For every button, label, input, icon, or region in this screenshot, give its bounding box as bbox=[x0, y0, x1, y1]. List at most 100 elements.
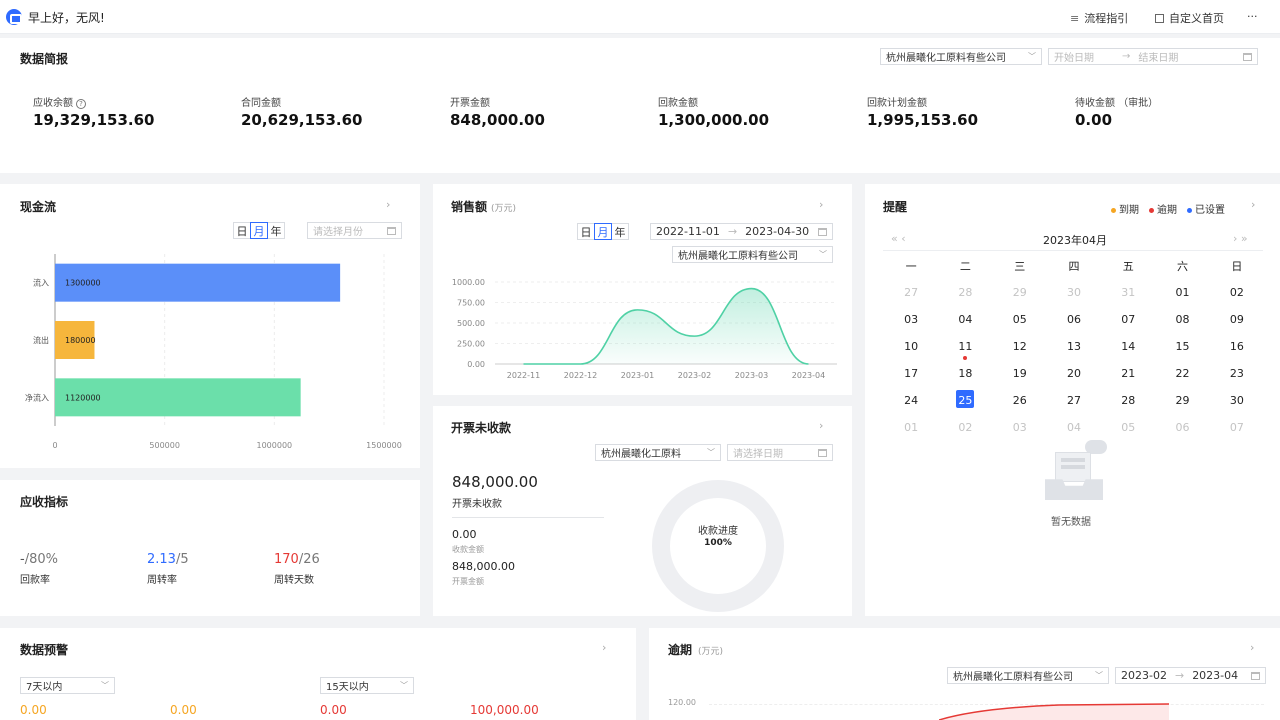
chevron-right-icon[interactable]: › bbox=[386, 198, 390, 211]
calendar-day[interactable]: 12 bbox=[993, 340, 1047, 353]
warning-range-select-15[interactable]: 15天以内 ﹀ bbox=[320, 677, 414, 694]
tab-year[interactable]: 年 bbox=[611, 223, 629, 240]
calendar-day[interactable]: 07 bbox=[1210, 421, 1264, 434]
calendar-day[interactable]: 06 bbox=[1155, 421, 1209, 434]
y-tick-label: 750.00 bbox=[457, 299, 485, 308]
more-button[interactable]: ··· bbox=[1247, 10, 1258, 23]
custom-home-button[interactable]: 自定义首页 bbox=[1155, 10, 1224, 26]
indicator-value: 170/26 bbox=[274, 552, 320, 567]
calendar-day[interactable]: 15 bbox=[1155, 340, 1209, 353]
chevron-right-icon[interactable]: › bbox=[819, 198, 823, 211]
calendar-day[interactable]: 23 bbox=[1210, 367, 1264, 380]
calendar-day-number: 08 bbox=[1175, 313, 1190, 326]
calendar-day[interactable]: 25 bbox=[938, 390, 992, 408]
invoice-card: 开票未收款 › 杭州晨曦化工原料 ﹀ 请选择日期 848,000.00 开票未收款… bbox=[433, 406, 852, 616]
calendar-day[interactable]: 22 bbox=[1155, 367, 1209, 380]
flow-guide-button[interactable]: ≡ 流程指引 bbox=[1070, 10, 1128, 26]
category-label: 流出 bbox=[33, 335, 49, 345]
tab-year[interactable]: 年 bbox=[267, 222, 285, 239]
tab-month[interactable]: 月 bbox=[594, 223, 612, 240]
overdue-axis-tick: 120.00 bbox=[668, 698, 696, 707]
calendar-day[interactable]: 30 bbox=[1210, 394, 1264, 407]
calendar-day-number: 04 bbox=[1066, 421, 1081, 434]
overdue-date-range[interactable]: 2023-02 → 2023-04 bbox=[1115, 667, 1266, 684]
calendar-day[interactable]: 29 bbox=[1155, 394, 1209, 407]
calendar-day[interactable]: 28 bbox=[1101, 394, 1155, 407]
calendar-day[interactable]: 14 bbox=[1101, 340, 1155, 353]
tab-day[interactable]: 日 bbox=[577, 223, 595, 240]
overdue-company-select[interactable]: 杭州晨曦化工原料有些公司 ﹀ bbox=[947, 667, 1109, 684]
calendar-day-number: 25 bbox=[958, 394, 973, 407]
date-range-picker[interactable]: 开始日期 → 结束日期 bbox=[1048, 48, 1258, 65]
calendar-day[interactable]: 10 bbox=[884, 340, 938, 353]
empty-inbox-icon bbox=[1045, 440, 1107, 500]
calendar-day[interactable]: 13 bbox=[1047, 340, 1101, 353]
company-select[interactable]: 杭州晨曦化工原料有些公司 ﹀ bbox=[880, 48, 1042, 65]
invoice-amount: 848,000.00 bbox=[452, 473, 538, 491]
calendar-day[interactable]: 24 bbox=[884, 394, 938, 407]
calendar-day[interactable]: 30 bbox=[1047, 286, 1101, 299]
indicator-target: /26 bbox=[298, 552, 320, 567]
received-label: 收款金额 bbox=[452, 545, 484, 554]
calendar-day[interactable]: 28 bbox=[938, 286, 992, 299]
metric-label: 应收余额? bbox=[33, 94, 86, 109]
calendar-day[interactable]: 07 bbox=[1101, 313, 1155, 326]
month-picker[interactable]: 请选择月份 bbox=[307, 222, 402, 239]
chevron-right-icon[interactable]: › bbox=[602, 641, 606, 654]
calendar-prev-nav[interactable]: « ‹ bbox=[891, 232, 906, 245]
calendar-day[interactable]: 21 bbox=[1101, 367, 1155, 380]
calendar-day[interactable]: 27 bbox=[1047, 394, 1101, 407]
calendar-day[interactable]: 04 bbox=[1047, 421, 1101, 434]
calendar-day[interactable]: 31 bbox=[1101, 286, 1155, 299]
indicator-value: -/80% bbox=[20, 552, 58, 567]
calendar-day[interactable]: 01 bbox=[884, 421, 938, 434]
calendar-day[interactable]: 18 bbox=[938, 367, 992, 380]
calendar-day[interactable]: 03 bbox=[993, 421, 1047, 434]
overdue-title: 逾期 (万元) bbox=[668, 643, 724, 657]
warning-range-select-7[interactable]: 7天以内 ﹀ bbox=[20, 677, 115, 694]
sales-date-range[interactable]: 2022-11-01 → 2023-04-30 bbox=[650, 223, 833, 240]
bar-value-label: 1120000 bbox=[65, 393, 101, 402]
list-icon: ≡ bbox=[1070, 11, 1080, 25]
calendar-day[interactable]: 11 bbox=[938, 340, 992, 360]
invoice-date-picker[interactable]: 请选择日期 bbox=[727, 444, 833, 461]
calendar-day-number: 07 bbox=[1121, 313, 1136, 326]
calendar-day[interactable]: 20 bbox=[1047, 367, 1101, 380]
calendar-day[interactable]: 19 bbox=[993, 367, 1047, 380]
calendar-day-number: 26 bbox=[1012, 394, 1027, 407]
calendar-day[interactable]: 05 bbox=[993, 313, 1047, 326]
calendar-day[interactable]: 03 bbox=[884, 313, 938, 326]
indicator-target: /80% bbox=[24, 552, 58, 567]
calendar-day[interactable]: 16 bbox=[1210, 340, 1264, 353]
calendar-day[interactable]: 02 bbox=[1210, 286, 1264, 299]
chevron-right-icon[interactable]: › bbox=[819, 419, 823, 432]
chevron-right-icon[interactable]: › bbox=[1250, 641, 1254, 654]
calendar-day[interactable]: 29 bbox=[993, 286, 1047, 299]
top-bar: 早上好，无风! ≡ 流程指引 自定义首页 ··· bbox=[0, 0, 1280, 34]
calendar-day[interactable]: 08 bbox=[1155, 313, 1209, 326]
help-icon[interactable]: ? bbox=[76, 99, 86, 109]
sales-company-select[interactable]: 杭州晨曦化工原料有些公司 ﹀ bbox=[672, 246, 833, 263]
tab-day[interactable]: 日 bbox=[233, 222, 251, 239]
calendar-day[interactable]: 26 bbox=[993, 394, 1047, 407]
x-tick-label: 2022-11 bbox=[507, 371, 540, 380]
calendar-day[interactable]: 17 bbox=[884, 367, 938, 380]
weekday-label: 二 bbox=[959, 259, 971, 273]
sales-title: 销售额 (万元) bbox=[451, 200, 517, 214]
calendar-day[interactable]: 04 bbox=[938, 313, 992, 326]
bar-value-label: 1300000 bbox=[65, 279, 101, 288]
calendar-day[interactable]: 06 bbox=[1047, 313, 1101, 326]
calendar-day-number: 27 bbox=[1066, 394, 1081, 407]
y-tick-label: 250.00 bbox=[457, 340, 485, 349]
tab-month[interactable]: 月 bbox=[250, 222, 268, 239]
calendar-day[interactable]: 27 bbox=[884, 286, 938, 299]
calendar-day[interactable]: 02 bbox=[938, 421, 992, 434]
calendar-next-nav[interactable]: › » bbox=[1233, 232, 1248, 245]
chevron-right-icon[interactable]: › bbox=[1251, 198, 1255, 211]
calendar-day[interactable]: 05 bbox=[1101, 421, 1155, 434]
invoice-company-select[interactable]: 杭州晨曦化工原料 ﹀ bbox=[595, 444, 721, 461]
calendar-day-number: 06 bbox=[1175, 421, 1190, 434]
calendar-day-number: 03 bbox=[1012, 421, 1027, 434]
calendar-day[interactable]: 01 bbox=[1155, 286, 1209, 299]
calendar-day[interactable]: 09 bbox=[1210, 313, 1264, 326]
